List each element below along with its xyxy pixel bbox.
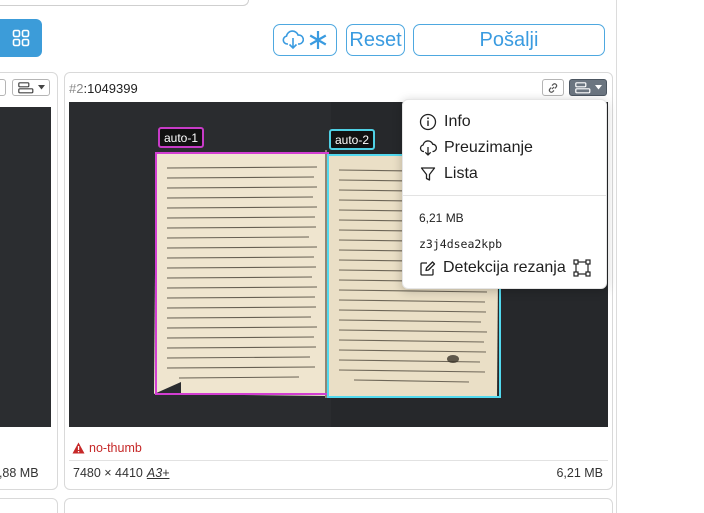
stage: Reset Pošalji 5,88 MB #2:1049399 — [0, 0, 704, 513]
crop-frame-icon — [573, 259, 591, 277]
link-icon — [548, 82, 558, 93]
menu-item-download[interactable]: Preuzimanje — [419, 137, 533, 159]
previous-card-menu-button[interactable] — [12, 79, 50, 96]
grid-icon — [12, 29, 30, 47]
card-header: #2:1049399 — [69, 81, 138, 96]
previous-card-size: 5,88 MB — [0, 466, 39, 480]
caret-down-icon — [37, 85, 45, 90]
crop-box-auto-1[interactable] — [155, 152, 329, 395]
menu-item-download-label: Preuzimanje — [444, 139, 533, 156]
info-icon — [419, 113, 437, 131]
menu-file-hash: z3j4dsea2kpb — [419, 237, 503, 251]
menu-divider — [403, 195, 606, 196]
grid-view-button[interactable] — [0, 19, 42, 57]
menu-item-info-label: Info — [444, 113, 471, 130]
menu-item-info[interactable]: Info — [419, 111, 471, 133]
menu-item-list[interactable]: Lista — [419, 163, 478, 185]
filter-icon — [420, 167, 436, 181]
next-card-left — [0, 498, 58, 513]
menu-item-crop-detection-label: Detekcija rezanja — [443, 259, 566, 276]
card-menu-button[interactable] — [569, 79, 607, 96]
dimensions-value: 7480 × 4410 — [73, 466, 143, 480]
list-menu-icon — [17, 81, 33, 93]
card-index: #2 — [69, 81, 84, 96]
paper-format-link[interactable]: A3+ — [147, 466, 170, 480]
card-id: 1049399 — [87, 81, 138, 96]
asterisk-icon — [309, 31, 327, 49]
next-card — [64, 498, 613, 513]
caret-down-icon — [594, 85, 602, 90]
copy-link-button[interactable] — [542, 79, 564, 96]
list-menu-icon — [574, 81, 590, 93]
file-size: 6,21 MB — [556, 466, 603, 480]
crop-label-auto-1: auto-1 — [158, 127, 205, 148]
previous-card-link-button[interactable] — [0, 79, 6, 96]
crop-label-auto-2: auto-2 — [329, 129, 376, 150]
image-dimensions: 7480 × 4410 A3+ — [73, 466, 169, 480]
card-divider — [69, 460, 608, 461]
cloud-download-icon — [282, 30, 304, 50]
right-divider — [616, 0, 617, 513]
edit-icon — [420, 260, 436, 276]
send-button[interactable]: Pošalji — [413, 24, 605, 56]
menu-item-crop-detection[interactable]: Detekcija rezanja — [419, 257, 591, 279]
reset-button[interactable]: Reset — [346, 24, 405, 56]
previous-card-image[interactable] — [0, 107, 51, 427]
cloud-download-all-button[interactable] — [273, 24, 337, 56]
card-dropdown-menu: Info Preuzimanje Lista 6,21 MB z3j4dsea2… — [402, 99, 607, 289]
warning-icon — [72, 442, 85, 454]
cloud-download-icon — [419, 140, 437, 156]
top-partial-panel — [0, 0, 249, 6]
menu-file-size: 6,21 MB — [419, 211, 464, 225]
menu-item-list-label: Lista — [444, 165, 478, 182]
warning-text: no-thumb — [89, 441, 142, 455]
thumbnail-warning: no-thumb — [72, 441, 142, 455]
